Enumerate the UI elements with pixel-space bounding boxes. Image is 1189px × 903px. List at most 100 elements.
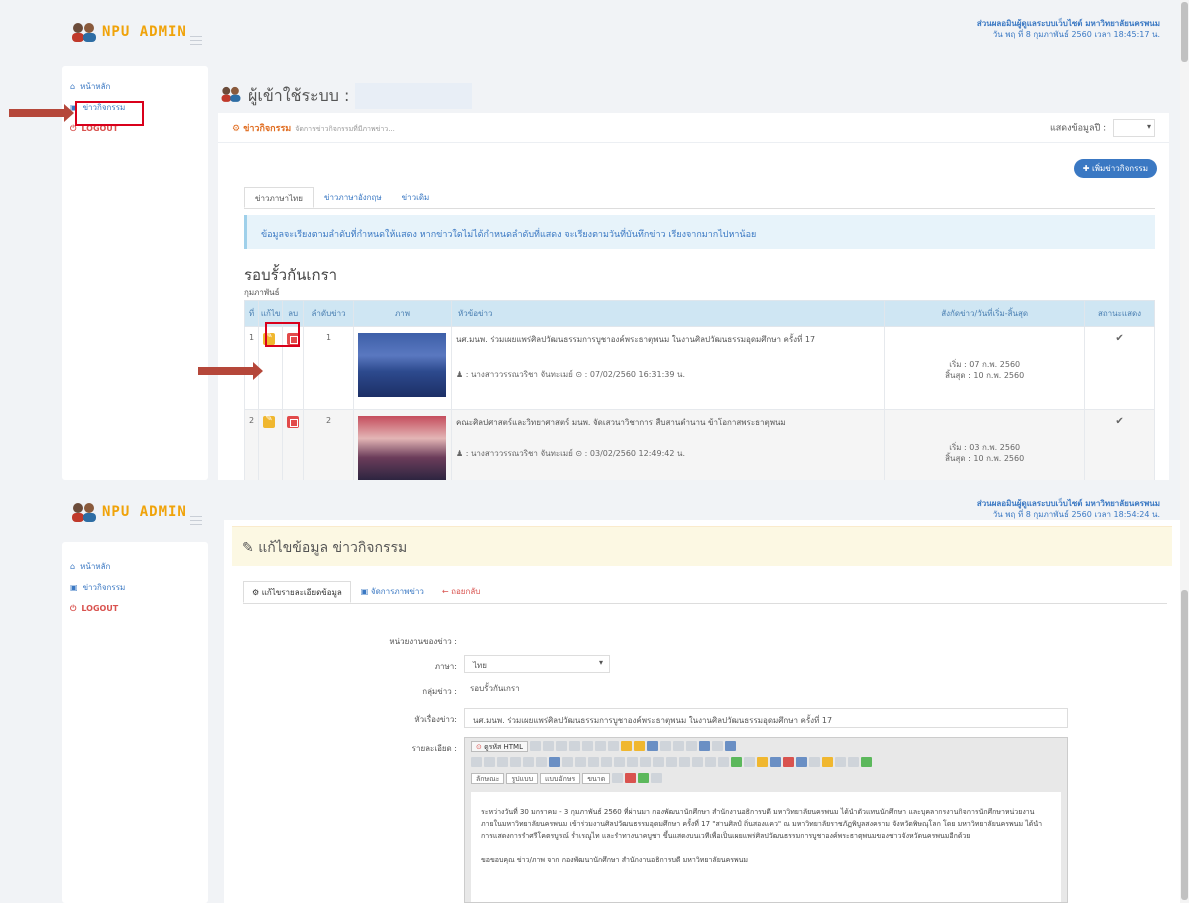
status-check-icon: ✔ [1084, 409, 1155, 480]
bold-icon[interactable] [471, 757, 482, 767]
annotation-arrow-icon [9, 104, 74, 122]
maximize-icon[interactable] [638, 773, 650, 783]
brand-logo[interactable]: NPU ADMIN [70, 22, 187, 42]
tab-divider [243, 603, 1167, 604]
select-all-icon[interactable] [712, 741, 723, 751]
numbered-list-icon[interactable] [562, 757, 573, 767]
paste-text-icon[interactable] [634, 741, 645, 751]
scrollbar[interactable] [1180, 480, 1189, 903]
page-title-text: ผู้เข้าใช้ระบบ : [248, 85, 350, 105]
sidebar-item-news[interactable]: ▣ ข่าวกิจกรรม [62, 577, 208, 598]
strike-icon[interactable] [510, 757, 521, 767]
sidebar-item-home[interactable]: ⌂ หน้าหลัก [62, 556, 208, 577]
outdent-icon[interactable] [588, 757, 599, 767]
news-tabs: ข่าวภาษาไทย ข่าวภาษาอังกฤษ ข่าวเดิม [244, 187, 439, 208]
anchor-icon[interactable] [757, 757, 768, 767]
special-char-icon[interactable] [835, 757, 846, 767]
tab-old-news[interactable]: ข่าวเดิม [392, 187, 440, 208]
rich-text-editor: ⊙ ดูรหัส HTML ลักษณะ รูปแบบ แบบอักษร ขนา… [464, 737, 1068, 903]
text-color-icon[interactable] [612, 773, 624, 783]
brand-text: NPU ADMIN [102, 24, 187, 40]
copy-icon[interactable] [608, 741, 619, 751]
blockquote-icon[interactable] [614, 757, 625, 767]
ltr-icon[interactable] [692, 757, 703, 767]
align-center-icon[interactable] [653, 757, 664, 767]
datetime: วัน พฤ ที่ 8 กุมภาพันธ์ 2560 เวลา 18:54:… [992, 510, 1160, 519]
paste-icon[interactable] [621, 741, 632, 751]
screenshot-news-list: NPU ADMIN ส่วนผลอมินผู้ดูแลระบบเว็บไซต์ … [0, 0, 1189, 480]
iframe-icon[interactable] [861, 757, 872, 767]
title-input[interactable]: นศ.มนพ. ร่วมเผยแพร่ศิลปวัฒนธรรมการบูชาอง… [464, 708, 1068, 728]
flash-icon[interactable] [783, 757, 794, 767]
delete-icon[interactable] [287, 416, 300, 428]
edit-title: ✎ แก้ไขข้อมูล ข่าวกิจกรรม [232, 526, 1172, 566]
print-icon[interactable] [569, 741, 580, 751]
tab-english-news[interactable]: ข่าวภาษาอังกฤษ [314, 187, 392, 208]
unlink-icon[interactable] [744, 757, 755, 767]
user-name: ส่วนผลอมินผู้ดูแลระบบเว็บไซต์ มหาวิทยาลั… [976, 19, 1160, 28]
row-no: 2 [243, 409, 260, 480]
language-icon[interactable] [718, 757, 729, 767]
source-button[interactable]: ⊙ ดูรหัส HTML [471, 740, 528, 752]
save-icon[interactable] [530, 741, 541, 751]
month-label: กุมภาพันธ์ [244, 288, 280, 297]
font-dropdown[interactable]: แบบอักษร [540, 772, 581, 784]
news-title[interactable]: คณะศิลปศาสตร์และวิทยาศาสตร์ มนพ. จัดเสวน… [456, 416, 880, 429]
user-info: ส่วนผลอมินผู้ดูแลระบบเว็บไซต์ มหาวิทยาลั… [977, 18, 1160, 40]
panel-subtitle: จัดการข่าวกิจกรรมที่มีภาพข่าว... [295, 124, 395, 133]
div-icon[interactable] [627, 757, 638, 767]
italic-icon[interactable] [484, 757, 495, 767]
add-news-button[interactable]: ✚ เพิ่มข่าวกิจกรรม [1073, 159, 1157, 178]
format-dropdown[interactable]: รูปแบบ [506, 772, 539, 784]
menu-toggle-icon[interactable] [190, 36, 202, 48]
underline-icon[interactable] [497, 757, 508, 767]
tab-edit-details[interactable]: ⚙ แก้ไขรายละเอียดข้อมูล [243, 581, 351, 603]
align-left-icon[interactable] [640, 757, 651, 767]
tab-back[interactable]: ← ถอยกลับ [434, 581, 488, 603]
news-thumbnail[interactable] [358, 416, 447, 480]
image-icon[interactable] [770, 757, 781, 767]
show-blocks-icon[interactable] [651, 773, 663, 783]
cut-icon[interactable] [595, 741, 606, 751]
styles-dropdown[interactable]: ลักษณะ [471, 772, 505, 784]
scrollbar[interactable] [1180, 0, 1189, 480]
new-page-icon[interactable] [543, 741, 554, 751]
find-icon[interactable] [686, 741, 697, 751]
language-select[interactable]: ไทย [464, 655, 610, 673]
size-dropdown[interactable]: ขนาด [582, 772, 611, 784]
menu-toggle-icon[interactable] [190, 516, 202, 528]
rtl-icon[interactable] [705, 757, 716, 767]
page-break-icon[interactable] [848, 757, 859, 767]
remove-format-icon[interactable] [549, 757, 560, 767]
brand-logo[interactable]: NPU ADMIN [70, 502, 187, 522]
bullet-list-icon[interactable] [575, 757, 586, 767]
tab-thai-news[interactable]: ข่าวภาษาไทย [244, 187, 314, 208]
tab-manage-images[interactable]: ▣ จัดการภาพข่าว [353, 581, 432, 603]
paste-word-icon[interactable] [647, 741, 658, 751]
link-icon[interactable] [731, 757, 742, 767]
sidebar-item-home[interactable]: ⌂ หน้าหลัก [62, 76, 208, 97]
editor-content[interactable]: ระหว่างวันที่ 30 มกราคม - 3 กุมภาพันธ์ 2… [471, 792, 1061, 902]
subscript-icon[interactable] [523, 757, 534, 767]
spellcheck-icon[interactable] [725, 741, 736, 751]
year-select[interactable] [1113, 118, 1155, 137]
news-title[interactable]: นศ.มนพ. ร่วมเผยแพร่ศิลปวัฒนธรรมการบูชาอง… [456, 333, 880, 346]
table-icon[interactable] [796, 757, 807, 767]
bg-color-icon[interactable] [625, 773, 637, 783]
image-icon: ▣ [360, 587, 371, 596]
hr-icon[interactable] [809, 757, 820, 767]
datetime: วัน พฤ ที่ 8 กุมภาพันธ์ 2560 เวลา 18:45:… [992, 30, 1160, 39]
edit-icon[interactable] [263, 414, 276, 428]
preview-icon[interactable] [556, 741, 567, 751]
news-thumbnail[interactable] [358, 333, 447, 397]
undo-icon[interactable] [660, 741, 671, 751]
redo-icon[interactable] [673, 741, 684, 751]
replace-icon[interactable] [699, 741, 710, 751]
justify-icon[interactable] [679, 757, 690, 767]
sidebar-item-logout[interactable]: ⏻ LOGOUT [62, 598, 208, 619]
smiley-icon[interactable] [822, 757, 833, 767]
indent-icon[interactable] [601, 757, 612, 767]
superscript-icon[interactable] [536, 757, 547, 767]
align-right-icon[interactable] [666, 757, 677, 767]
templates-icon[interactable] [582, 741, 593, 751]
